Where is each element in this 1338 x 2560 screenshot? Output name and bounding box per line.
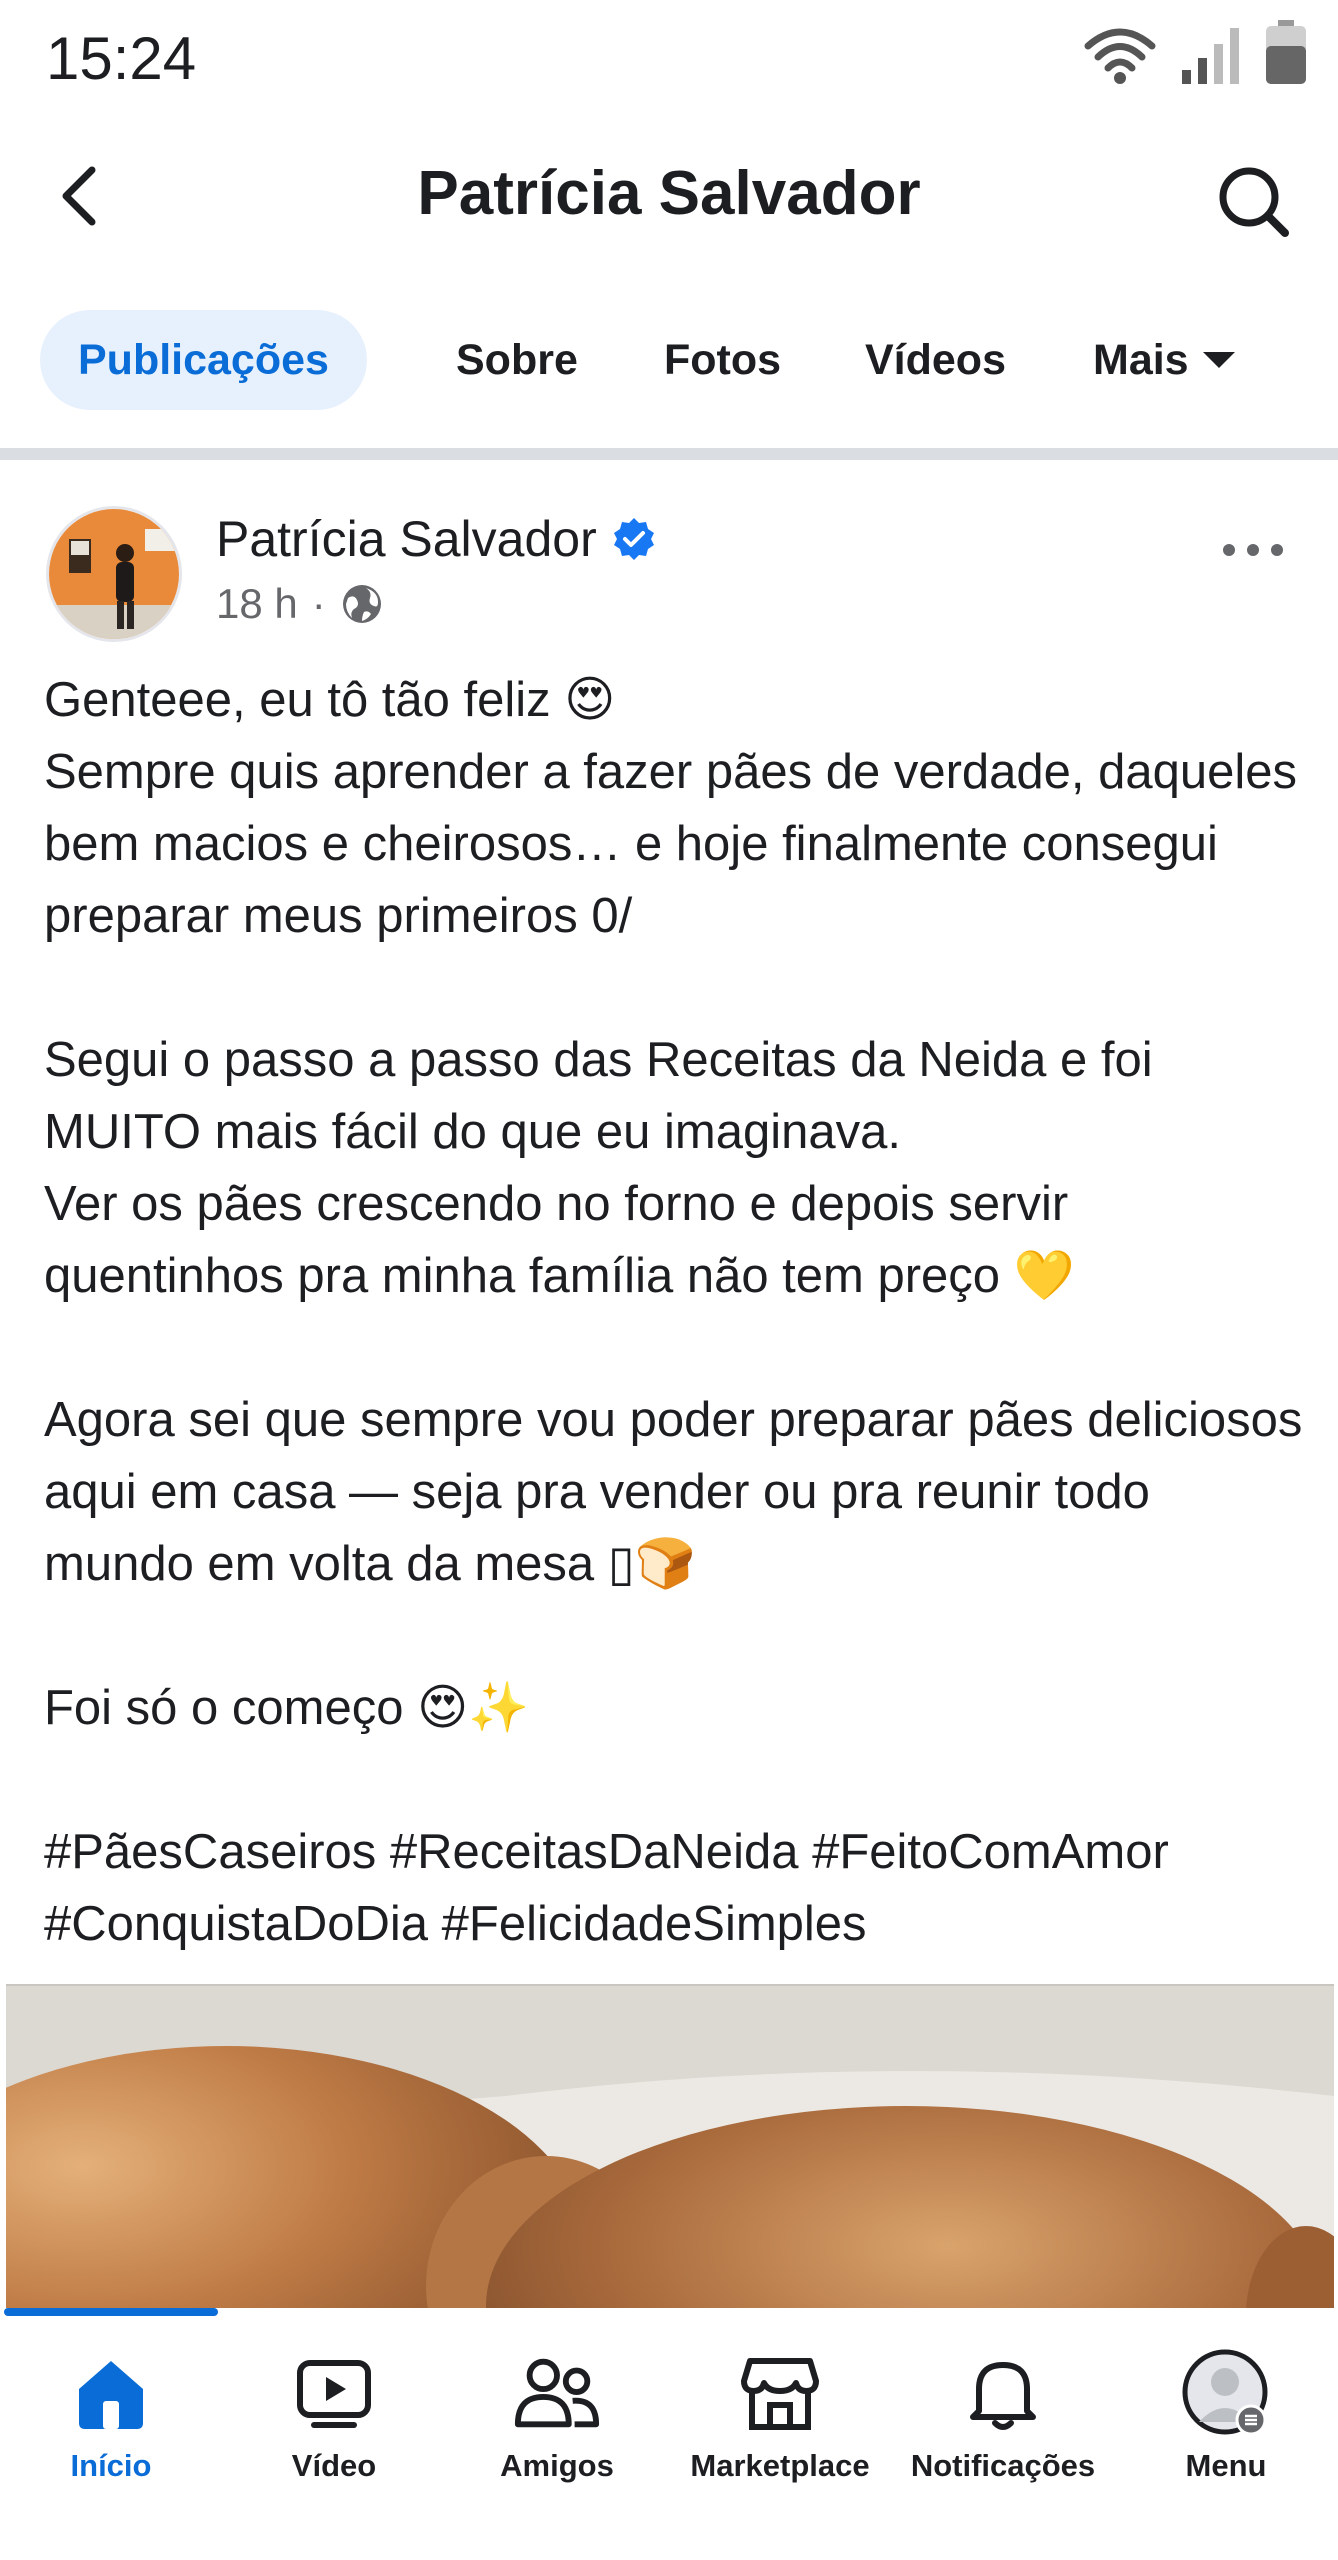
post-line: Ver os pães crescendo no forno e depois …: [44, 1177, 1075, 1303]
nav-label: Marketplace: [690, 2448, 870, 2483]
nav-marketplace[interactable]: Marketplace: [669, 2348, 891, 2528]
tab-label: Mais: [1093, 335, 1189, 384]
tab-videos[interactable]: Vídeos: [865, 310, 1006, 410]
tab-label: Sobre: [456, 335, 578, 384]
video-icon: [289, 2348, 379, 2438]
battery-icon: [1264, 20, 1308, 91]
nav-video[interactable]: Vídeo: [223, 2348, 445, 2528]
wifi-icon: [1082, 24, 1158, 91]
post-line: Segui o passo a passo das Receitas da Ne…: [44, 1033, 1153, 1159]
nav-menu[interactable]: Menu: [1115, 2348, 1337, 2528]
nav-label: Notificações: [910, 2448, 1096, 2483]
post-line: Genteee, eu tô tão feliz 😍: [44, 673, 616, 727]
nav-label: Início: [70, 2448, 152, 2483]
verified-badge-icon: [613, 518, 654, 560]
friends-icon: [512, 2348, 602, 2438]
post-hashtags[interactable]: #PãesCaseiros #ReceitasDaNeida #FeitoCom…: [44, 1816, 1304, 1960]
post-line: Agora sei que sempre vou poder preparar …: [44, 1393, 1303, 1591]
nav-amigos[interactable]: Amigos: [446, 2348, 668, 2528]
marketplace-icon: [735, 2348, 825, 2438]
status-bar: 15:24: [0, 0, 1338, 120]
status-time: 15:24: [46, 25, 197, 92]
post-line: Sempre quis aprender a fazer pães de ver…: [44, 745, 1298, 943]
post-photo[interactable]: [6, 1984, 1334, 2310]
tab-label: Fotos: [664, 335, 782, 384]
post-meta: 18 h ·: [216, 580, 384, 628]
bell-icon: [958, 2348, 1048, 2438]
avatar[interactable]: [46, 506, 182, 642]
section-divider: [0, 448, 1338, 460]
author-name[interactable]: Patrícia Salvador: [216, 510, 657, 568]
caret-down-icon: [1202, 352, 1235, 368]
post-header: Patrícia Salvador 18 h ·: [0, 500, 1338, 650]
home-icon: [66, 2348, 156, 2438]
tab-publicacoes[interactable]: Publicações: [40, 310, 367, 410]
post-text: Genteee, eu tô tão feliz 😍 Sempre quis a…: [44, 664, 1304, 1960]
post-line: Foi só o começo 😍✨: [44, 1681, 530, 1735]
nav-label: Menu: [1185, 2448, 1267, 2483]
page-title: Patrícia Salvador: [417, 159, 921, 228]
bottom-navigation: Início Vídeo Amigos Marketplace Notifica…: [0, 2308, 1338, 2560]
app-header: Patrícia Salvador: [0, 130, 1338, 260]
nav-label: Vídeo: [291, 2448, 377, 2483]
tab-fotos[interactable]: Fotos: [664, 310, 781, 410]
nav-notificacoes[interactable]: Notificações: [892, 2348, 1114, 2528]
post-options-button[interactable]: [1208, 520, 1298, 580]
globe-icon: [342, 585, 381, 623]
tab-mais[interactable]: Mais: [1093, 310, 1235, 410]
nav-inicio[interactable]: Início: [0, 2348, 222, 2528]
status-icons: [1082, 20, 1308, 91]
author-name-text: Patrícia Salvador: [216, 511, 597, 567]
tab-sobre[interactable]: Sobre: [456, 310, 578, 410]
more-dots-icon: [1223, 544, 1283, 556]
tab-label: Publicações: [78, 335, 329, 384]
active-tab-indicator: [4, 2308, 218, 2316]
search-button[interactable]: [1208, 156, 1298, 246]
profile-tabs: Publicações Sobre Fotos Vídeos Mais: [0, 310, 1338, 410]
avatar-icon: [1181, 2348, 1271, 2438]
signal-icon: [1180, 24, 1242, 91]
post-time[interactable]: 18 h: [216, 580, 298, 628]
search-icon: [1219, 167, 1289, 237]
meta-separator: ·: [311, 580, 326, 627]
tab-label: Vídeos: [865, 335, 1006, 384]
nav-label: Amigos: [500, 2448, 614, 2483]
